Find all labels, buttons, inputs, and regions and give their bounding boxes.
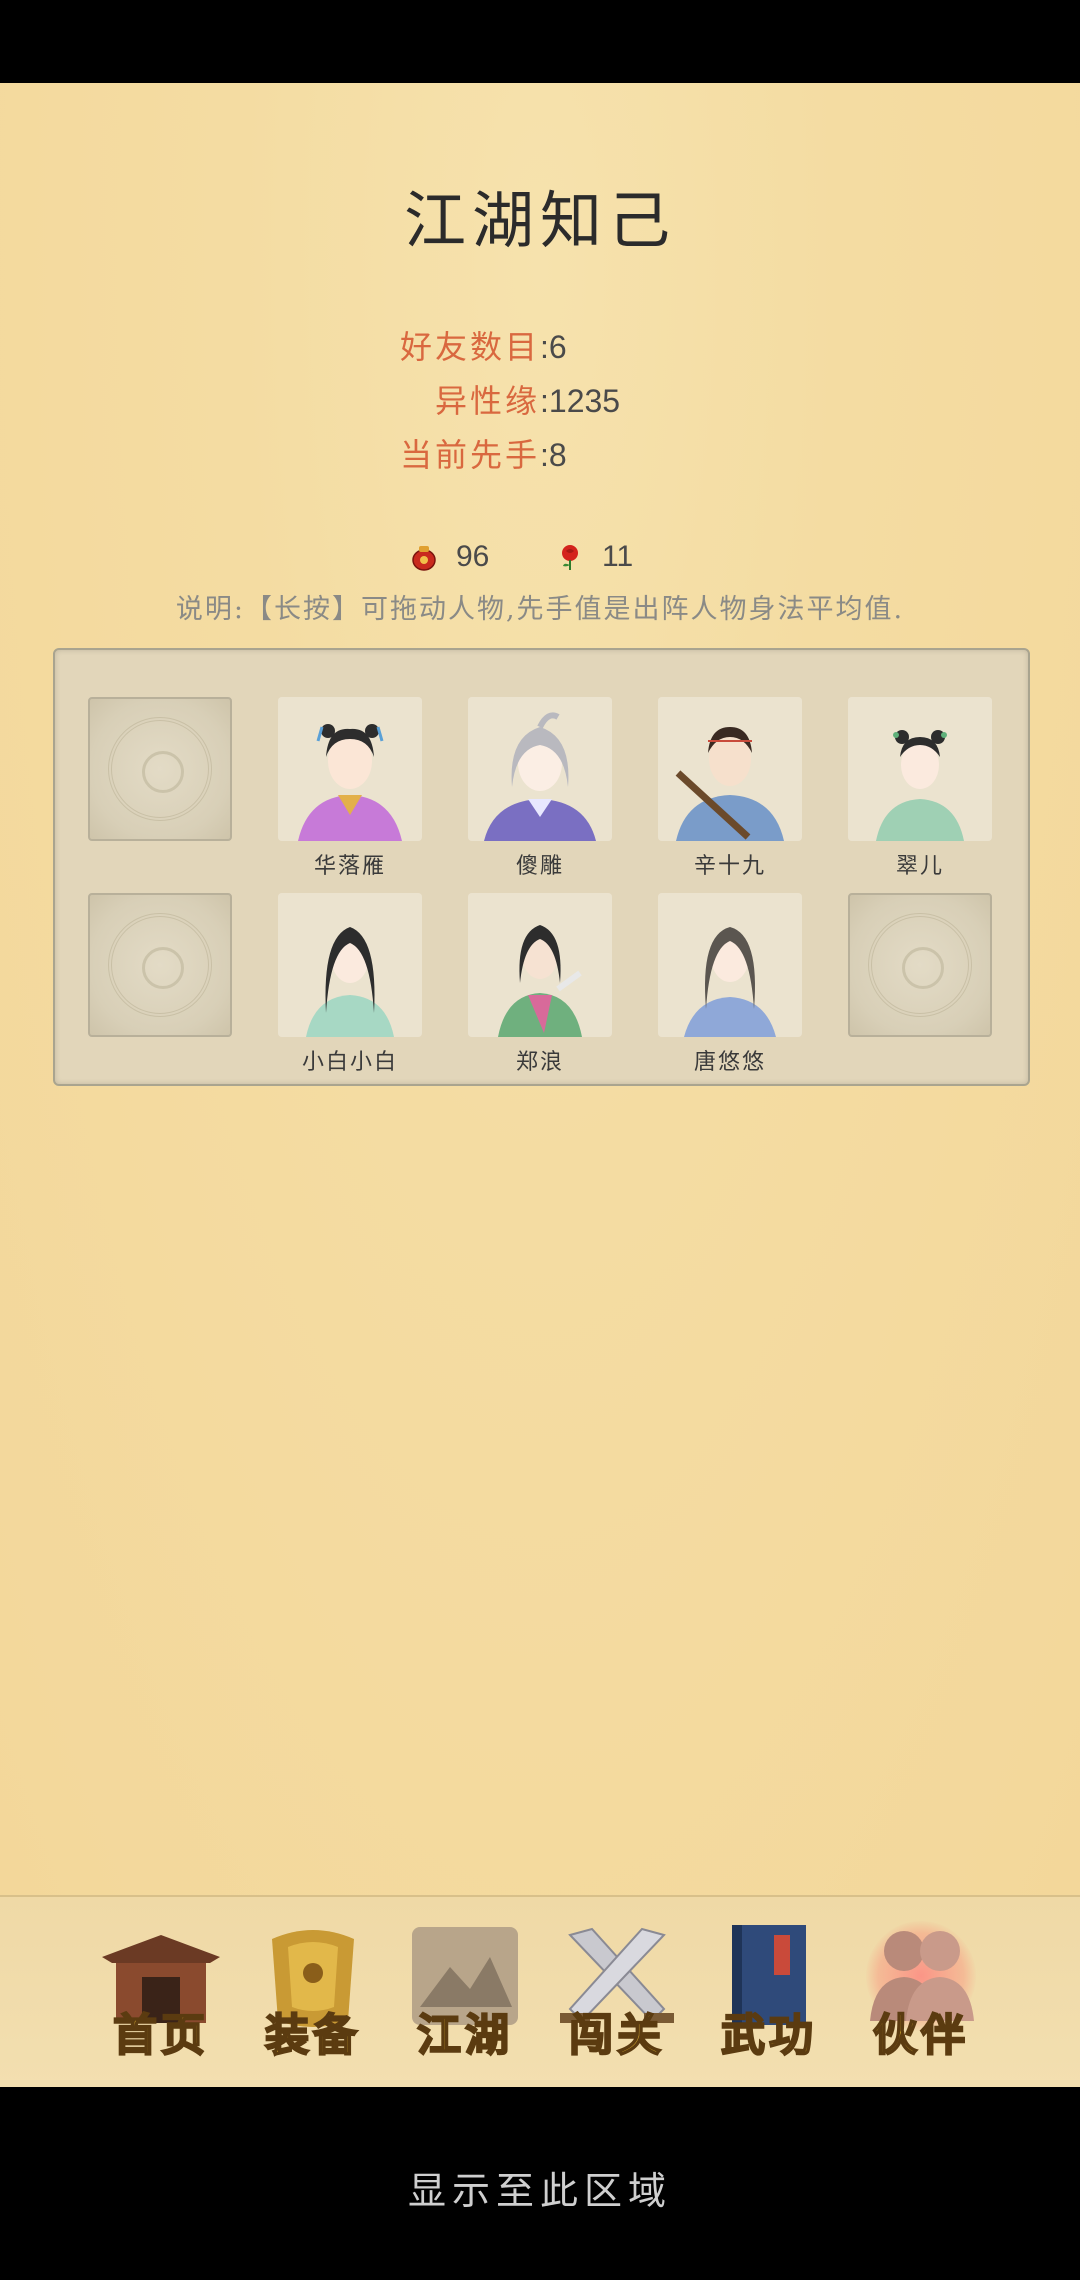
- instruction-note: 说明:【长按】可拖动人物,先手值是出阵人物身法平均值.: [175, 594, 905, 625]
- companion-name: 华落雁: [313, 854, 386, 879]
- companion-portrait-xiaobai[interactable]: [278, 893, 422, 1037]
- stat-value: :8: [540, 437, 567, 473]
- portrait-image: [278, 893, 422, 1037]
- stat-initiative: 当前先手 :8: [0, 430, 1080, 480]
- portrait-image: [278, 697, 422, 841]
- nav-home[interactable]: 首页: [96, 1917, 226, 2067]
- status-bar: [0, 0, 1080, 83]
- stat-friend-count: 好友数目 :6: [0, 322, 1080, 372]
- companion-portrait-hualuoyan[interactable]: [278, 697, 422, 841]
- nav-label: 武功: [720, 2009, 817, 2062]
- stat-label: 当前先手: [399, 436, 540, 474]
- nav-challenge[interactable]: 闯关: [552, 1917, 682, 2067]
- empty-slot[interactable]: [88, 697, 232, 841]
- companion-name: 小白小白: [301, 1050, 398, 1075]
- portrait-image: [468, 697, 612, 841]
- companion-portrait-cuier[interactable]: [848, 697, 992, 841]
- rose-icon: [562, 545, 578, 570]
- portrait-image: [848, 697, 992, 841]
- companion-name: 唐悠悠: [693, 1050, 766, 1075]
- nav-martial-arts[interactable]: 武功: [704, 1917, 834, 2067]
- empty-slot[interactable]: [848, 893, 992, 1037]
- companion-name: 辛十九: [693, 854, 766, 879]
- stat-charm: 异性缘 :1235: [0, 376, 1080, 426]
- rose-count: 11: [602, 540, 634, 573]
- companion-name: 傻雕: [515, 854, 564, 879]
- nav-label: 装备: [264, 2009, 361, 2062]
- stat-label: 异性缘: [434, 382, 540, 420]
- seal-pattern-icon: [108, 913, 212, 1017]
- page-title: 江湖知己: [403, 184, 676, 257]
- stat-label: 好友数目: [399, 328, 540, 366]
- nav-equipment[interactable]: 装备: [248, 1917, 378, 2067]
- rose-counter: 11: [556, 537, 633, 577]
- nav-jianghu[interactable]: 江湖: [400, 1917, 530, 2067]
- portrait-image: [658, 893, 802, 1037]
- pouch-counter: 96: [410, 537, 489, 577]
- portrait-image: [468, 893, 612, 1037]
- stat-value: :1235: [540, 383, 621, 419]
- companion-portrait-xinshijiu[interactable]: [658, 697, 802, 841]
- companion-portrait-zhenglang[interactable]: [468, 893, 612, 1037]
- nav-label: 闯关: [568, 2009, 665, 2062]
- companion-name: 郑浪: [515, 1050, 564, 1075]
- seal-pattern-icon: [108, 717, 212, 821]
- pouch-count: 96: [456, 540, 490, 573]
- portrait-image: [658, 697, 802, 841]
- companion-formation-panel: 华落雁 傻雕 辛十九 翠儿 小白小白 郑浪 唐悠悠: [53, 648, 1030, 1086]
- companion-portrait-tangyouyou[interactable]: [658, 893, 802, 1037]
- companion-name: 翠儿: [895, 854, 944, 879]
- companion-portrait-shadiao[interactable]: [468, 697, 612, 841]
- nav-label: 伙伴: [872, 2009, 969, 2062]
- stat-value: :6: [540, 329, 567, 365]
- nav-companions[interactable]: 伙伴: [856, 1917, 986, 2067]
- empty-slot[interactable]: [88, 893, 232, 1037]
- nav-label: 首页: [112, 2009, 209, 2062]
- red-pouch-icon: [412, 546, 436, 571]
- bottom-nav: 首页 装备 江湖 闯关 武功 伙伴: [0, 1895, 1080, 2089]
- display-area-hint: 显示至此区域: [407, 2169, 672, 2213]
- nav-label: 江湖: [416, 2009, 513, 2062]
- seal-pattern-icon: [868, 913, 972, 1017]
